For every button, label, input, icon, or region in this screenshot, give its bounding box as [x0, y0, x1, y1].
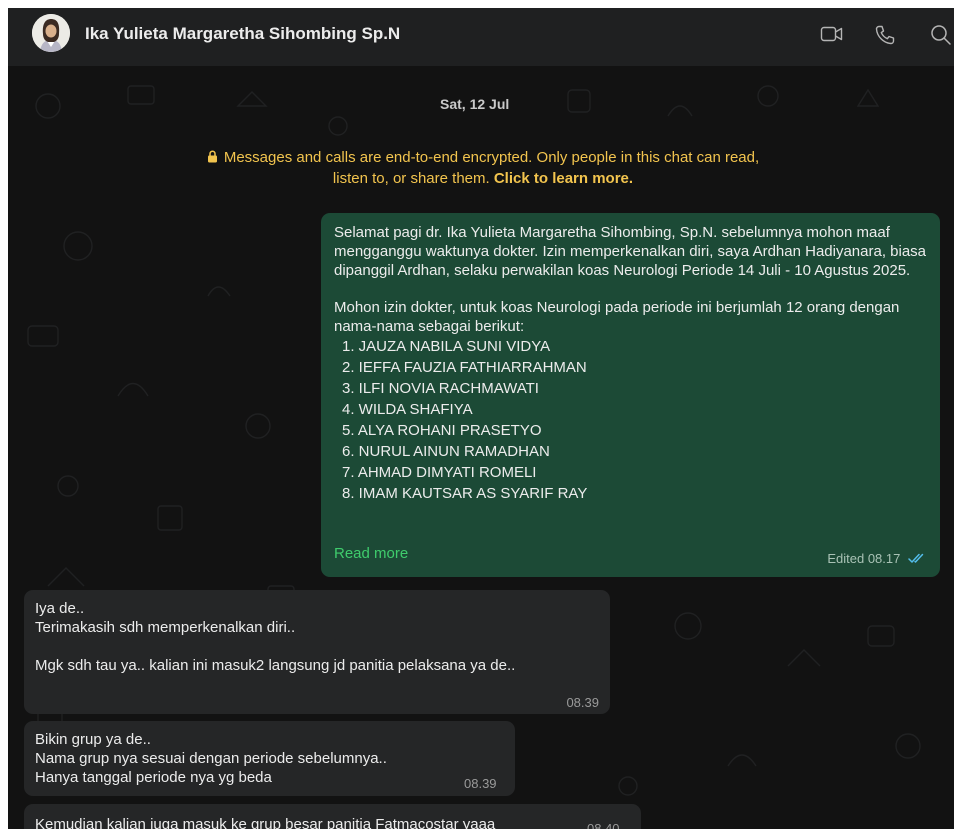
incoming-message[interactable]: Iya de.. Terimakasih sdh memperkenalkan … [24, 590, 610, 714]
chat-header: Ika Yulieta Margaretha Sihombing Sp.N [8, 8, 954, 66]
message-time: 08.39 [464, 776, 497, 791]
list-item: 5. ALYA ROHANI PRASETYO [342, 422, 542, 439]
read-receipt-icon [908, 550, 926, 569]
message-time: 08.40 [587, 821, 620, 829]
encryption-notice[interactable]: Messages and calls are end-to-end encryp… [188, 148, 778, 189]
outgoing-message[interactable]: Selamat pagi dr. Ika Yulieta Margaretha … [321, 213, 940, 577]
date-separator: Sat, 12 Jul [440, 96, 510, 112]
lock-icon [207, 149, 218, 169]
message-paragraph: Selamat pagi dr. Ika Yulieta Margaretha … [334, 224, 927, 279]
message-line: Hanya tanggal periode nya yg beda [35, 769, 272, 786]
incoming-message[interactable]: Kemudian kalian juga masuk ke grup besar… [24, 804, 641, 829]
search-icon[interactable] [930, 24, 952, 46]
message-paragraph: Mohon izin dokter, untuk koas Neurologi … [334, 299, 900, 335]
message-line: Nama grup nya sesuai dengan periode sebe… [35, 750, 387, 767]
message-line: Bikin grup ya de.. [35, 731, 151, 748]
name-list: 1. JAUZA NABILA SUNI VIDYA 2. IEFFA FAUZ… [334, 336, 934, 504]
list-item: 3. ILFI NOVIA RACHMAWATI [342, 380, 539, 397]
list-item: 1. JAUZA NABILA SUNI VIDYA [342, 338, 551, 355]
message-time: 08.39 [566, 695, 599, 710]
read-more-link[interactable]: Read more [334, 544, 408, 563]
learn-more-link[interactable]: Click to learn more. [494, 170, 633, 187]
voice-call-icon[interactable] [874, 24, 896, 46]
contact-avatar[interactable] [32, 14, 70, 52]
contact-name[interactable]: Ika Yulieta Margaretha Sihombing Sp.N [85, 24, 400, 44]
encryption-text: Messages and calls are end-to-end encryp… [223, 149, 760, 187]
message-line: Terimakasih sdh memperkenalkan diri.. [35, 619, 296, 636]
chat-window: Ika Yulieta Margaretha Sihombing Sp.N Sa… [8, 8, 954, 829]
message-time: 08.17 [867, 551, 901, 566]
chat-area[interactable]: Sat, 12 Jul Messages and calls are end-t… [8, 66, 954, 829]
list-item: 4. WILDA SHAFIYA [342, 401, 473, 418]
edited-label: Edited [827, 551, 865, 566]
list-item: 6. NURUL AINUN RAMADHAN [342, 443, 550, 460]
incoming-message[interactable]: Bikin grup ya de.. Nama grup nya sesuai … [24, 721, 515, 796]
list-item: 8. IMAM KAUTSAR AS SYARIF RAY [342, 485, 588, 502]
list-item: 2. IEFFA FAUZIA FATHIARRAHMAN [342, 359, 587, 376]
message-line: Iya de.. [35, 600, 85, 617]
message-line: Kemudian kalian juga masuk ke grup besar… [35, 816, 496, 829]
message-meta: Edited 08.17 [827, 549, 926, 569]
list-item: 7. AHMAD DIMYATI ROMELI [342, 464, 537, 481]
message-line: Mgk sdh tau ya.. kalian ini masuk2 langs… [35, 657, 516, 674]
video-call-icon[interactable] [820, 24, 844, 44]
